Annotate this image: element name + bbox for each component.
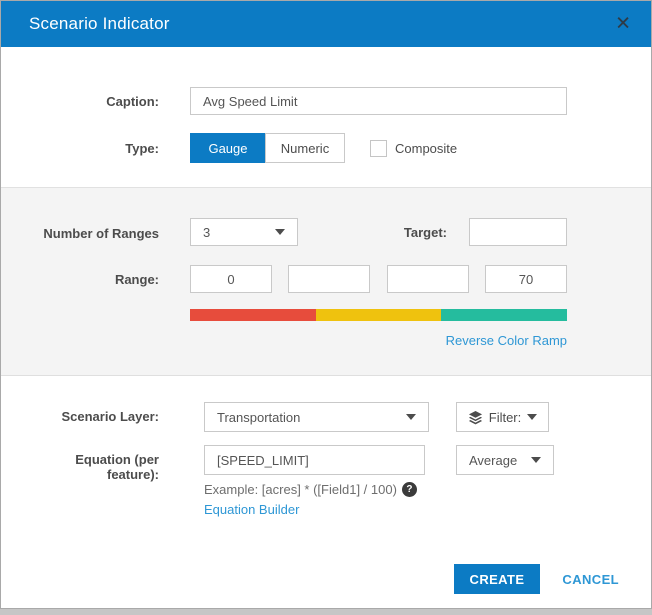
equation-example-text: Example: [acres] * ([Field1] / 100) <box>204 482 397 497</box>
caption-input[interactable] <box>190 87 567 115</box>
ranges-section: Number of Ranges 3 Target: Range: <box>1 187 651 376</box>
scenario-layer-select[interactable]: Transportation <box>204 402 429 432</box>
equation-label: Equation (per feature): <box>47 452 159 482</box>
scenario-layer-label: Scenario Layer: <box>1 402 159 424</box>
reverse-color-ramp-link[interactable]: Reverse Color Ramp <box>446 333 567 348</box>
equation-row: Equation (per feature): Example: [acres]… <box>1 445 651 517</box>
type-label: Type: <box>1 133 159 156</box>
ramp-segment-green <box>441 309 567 321</box>
range-input-4[interactable] <box>485 265 567 293</box>
number-of-ranges-row: Number of Ranges 3 Target: <box>1 218 651 246</box>
dialog-footer: CREATE CANCEL <box>1 564 651 608</box>
chevron-down-icon <box>527 414 537 420</box>
composite-label: Composite <box>395 141 457 156</box>
layer-equation-section: Scenario Layer: Transportation Filter: <box>1 376 651 517</box>
range-input-1[interactable] <box>190 265 272 293</box>
chevron-down-icon <box>531 457 541 463</box>
layers-icon <box>468 410 483 425</box>
filter-label: Filter: <box>489 410 522 425</box>
caption-row: Caption: <box>1 87 651 115</box>
equation-input[interactable] <box>204 445 425 475</box>
aggregation-select[interactable]: Average <box>456 445 554 475</box>
range-input-2[interactable] <box>288 265 370 293</box>
equation-builder-link[interactable]: Equation Builder <box>204 502 299 517</box>
type-toggle: Gauge Numeric <box>190 133 345 163</box>
scenario-indicator-dialog: Scenario Indicator ✕ Caption: Type: Gaug… <box>0 0 652 609</box>
scenario-layer-row: Scenario Layer: Transportation Filter: <box>1 402 651 432</box>
range-input-3[interactable] <box>387 265 469 293</box>
number-of-ranges-value: 3 <box>203 225 210 240</box>
ramp-segment-yellow <box>316 309 442 321</box>
number-of-ranges-label: Number of Ranges <box>1 218 159 241</box>
dialog-header: Scenario Indicator ✕ <box>1 1 651 47</box>
type-option-numeric[interactable]: Numeric <box>265 133 345 163</box>
target-input[interactable] <box>469 218 567 246</box>
aggregation-value: Average <box>469 453 517 468</box>
chevron-down-icon <box>406 414 416 420</box>
color-ramp-row <box>1 309 651 321</box>
number-of-ranges-select[interactable]: 3 <box>190 218 298 246</box>
close-icon[interactable]: ✕ <box>615 15 631 34</box>
chevron-down-icon <box>275 229 285 235</box>
type-row: Type: Gauge Numeric Composite <box>1 133 651 163</box>
reverse-ramp-row: Reverse Color Ramp <box>1 333 651 348</box>
filter-button[interactable]: Filter: <box>456 402 549 432</box>
cancel-button[interactable]: CANCEL <box>562 572 619 587</box>
create-button[interactable]: CREATE <box>454 564 541 594</box>
type-option-gauge[interactable]: Gauge <box>190 133 265 163</box>
composite-checkbox[interactable] <box>370 140 387 157</box>
color-ramp <box>190 309 567 321</box>
dialog-title: Scenario Indicator <box>29 14 170 34</box>
ramp-segment-red <box>190 309 316 321</box>
range-row: Range: <box>1 265 651 293</box>
scenario-layer-value: Transportation <box>217 410 300 425</box>
target-label: Target: <box>404 225 447 240</box>
caption-label: Caption: <box>1 87 159 109</box>
general-section: Caption: Type: Gauge Numeric Composite <box>1 47 651 175</box>
help-icon[interactable]: ? <box>402 482 417 497</box>
range-label: Range: <box>1 265 159 287</box>
